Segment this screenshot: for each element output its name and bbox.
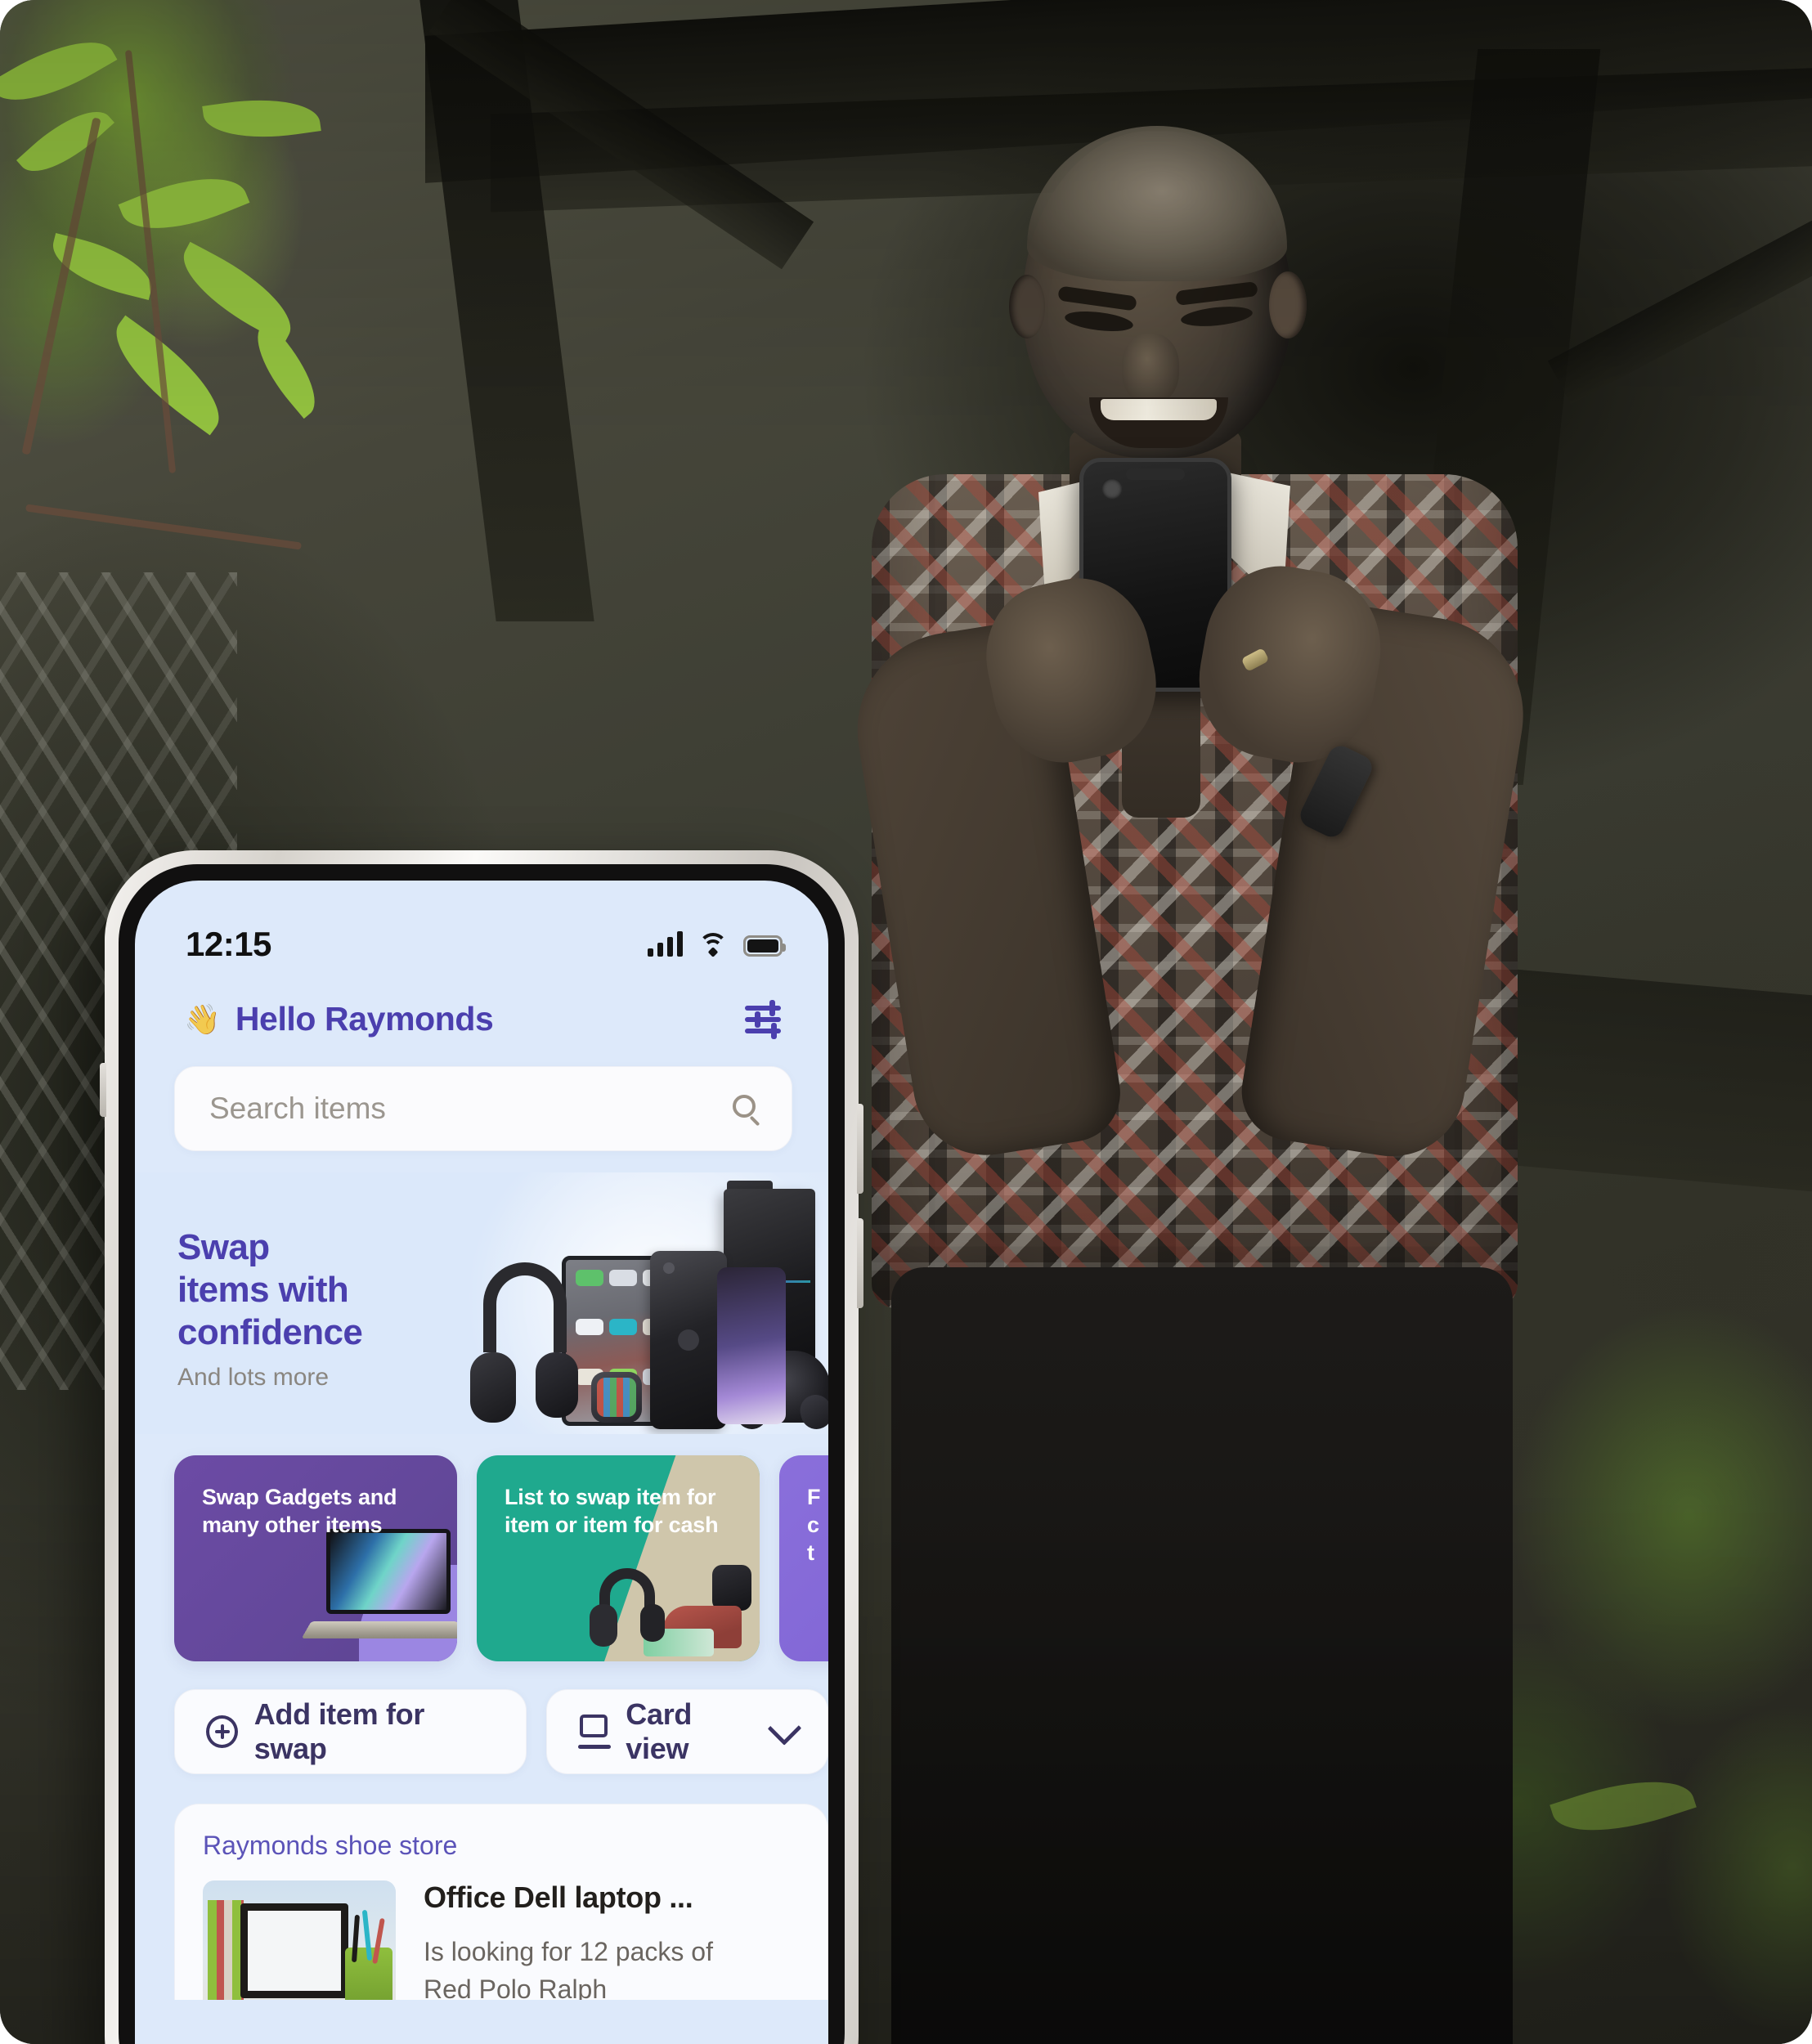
phone-mute-switch[interactable] (100, 1063, 106, 1117)
search-icon[interactable] (733, 1095, 760, 1127)
hero-banner[interactable]: Swap items with confidence And lots more (135, 1172, 828, 1434)
category-card-list-to-swap[interactable]: List to swap item for item or item for c… (477, 1455, 760, 1661)
search-section: Search items (135, 1038, 828, 1151)
filter-sliders-icon[interactable] (745, 999, 783, 1039)
category-card-label: Swap Gadgets and many other items (202, 1485, 397, 1538)
phone-bezel: 12:15 👋 Hello Raymonds Search items Swap… (119, 864, 845, 2044)
category-card-third[interactable]: F c t (779, 1455, 828, 1661)
hero-title: Swap items with confidence (177, 1226, 363, 1354)
listing-info: Office Dell laptop ... Is looking for 12… (424, 1880, 800, 2000)
category-card-gadgets[interactable]: Swap Gadgets and many other items (174, 1455, 457, 1661)
listing-body: Office Dell laptop ... Is looking for 12… (203, 1880, 800, 2000)
listing-desc-line-2: Red Polo Ralph (424, 1975, 608, 2000)
search-placeholder: Search items (209, 1091, 386, 1125)
search-input[interactable]: Search items (174, 1066, 792, 1151)
headphones-image (590, 1568, 665, 1647)
listing-item-title: Office Dell laptop ... (424, 1880, 693, 1914)
battery-full-icon (743, 935, 786, 957)
store-name: Raymonds shoe store (203, 1831, 458, 1860)
plus-circle-icon (206, 1715, 238, 1748)
watch-image (712, 1565, 751, 1611)
category-card-label: List to swap item for item or item for c… (505, 1485, 719, 1538)
listing-thumbnail (203, 1880, 396, 2000)
status-clock: 12:15 (186, 925, 271, 963)
phone-volume-up-button[interactable] (857, 1104, 863, 1194)
category-card-label: F c t (807, 1485, 821, 1566)
listing-item-description: Is looking for 12 packs of Red Polo Ralp… (424, 1933, 800, 2000)
status-bar: 12:15 (135, 881, 828, 964)
hero-title-line-1: Swap (177, 1227, 270, 1267)
monitor-icon (578, 1715, 612, 1749)
add-item-label: Add item for swap (253, 1697, 425, 1765)
screenshot-canvas: 12:15 👋 Hello Raymonds Search items Swap… (0, 0, 1812, 2044)
card-view-label: Card view (626, 1697, 693, 1765)
chevron-down-icon[interactable] (767, 1711, 802, 1746)
purple-phone-icon (717, 1267, 786, 1424)
cellular-signal-icon (648, 931, 683, 957)
app-screen: 12:15 👋 Hello Raymonds Search items Swap… (135, 881, 828, 2044)
greeting-group: 👋 Hello Raymonds (184, 1000, 494, 1038)
hero-subtitle: And lots more (177, 1363, 330, 1391)
hero-title-line-2: items with (177, 1269, 349, 1310)
listing-section: Raymonds shoe store Office Dell laptop .… (135, 1774, 828, 2000)
listing-desc-line-1: Is looking for 12 packs of (424, 1937, 713, 1966)
category-card-list: Swap Gadgets and many other items List t… (135, 1434, 828, 1661)
phone-mockup: 12:15 👋 Hello Raymonds Search items Swap… (100, 850, 863, 2044)
app-header: 👋 Hello Raymonds (135, 964, 828, 1039)
wifi-icon (697, 932, 729, 957)
hero-text-group: Swap items with confidence And lots more (177, 1226, 363, 1392)
greeting-text: Hello Raymonds (235, 1000, 494, 1038)
listing-card[interactable]: Raymonds shoe store Office Dell laptop .… (174, 1804, 828, 2000)
status-icons (648, 931, 786, 957)
hero-devices-image (439, 1179, 828, 1434)
hero-title-line-3: confidence (177, 1311, 363, 1352)
headphones-icon (470, 1262, 578, 1426)
action-row: Add item for swap Card view (135, 1661, 828, 1774)
card-view-dropdown[interactable]: Card view (546, 1689, 828, 1774)
smartwatch-icon (591, 1372, 642, 1423)
black-phone-icon (650, 1251, 727, 1429)
waving-hand-icon: 👋 (184, 1002, 221, 1036)
add-item-for-swap-button[interactable]: Add item for swap (174, 1689, 527, 1774)
phone-volume-down-button[interactable] (857, 1218, 863, 1308)
